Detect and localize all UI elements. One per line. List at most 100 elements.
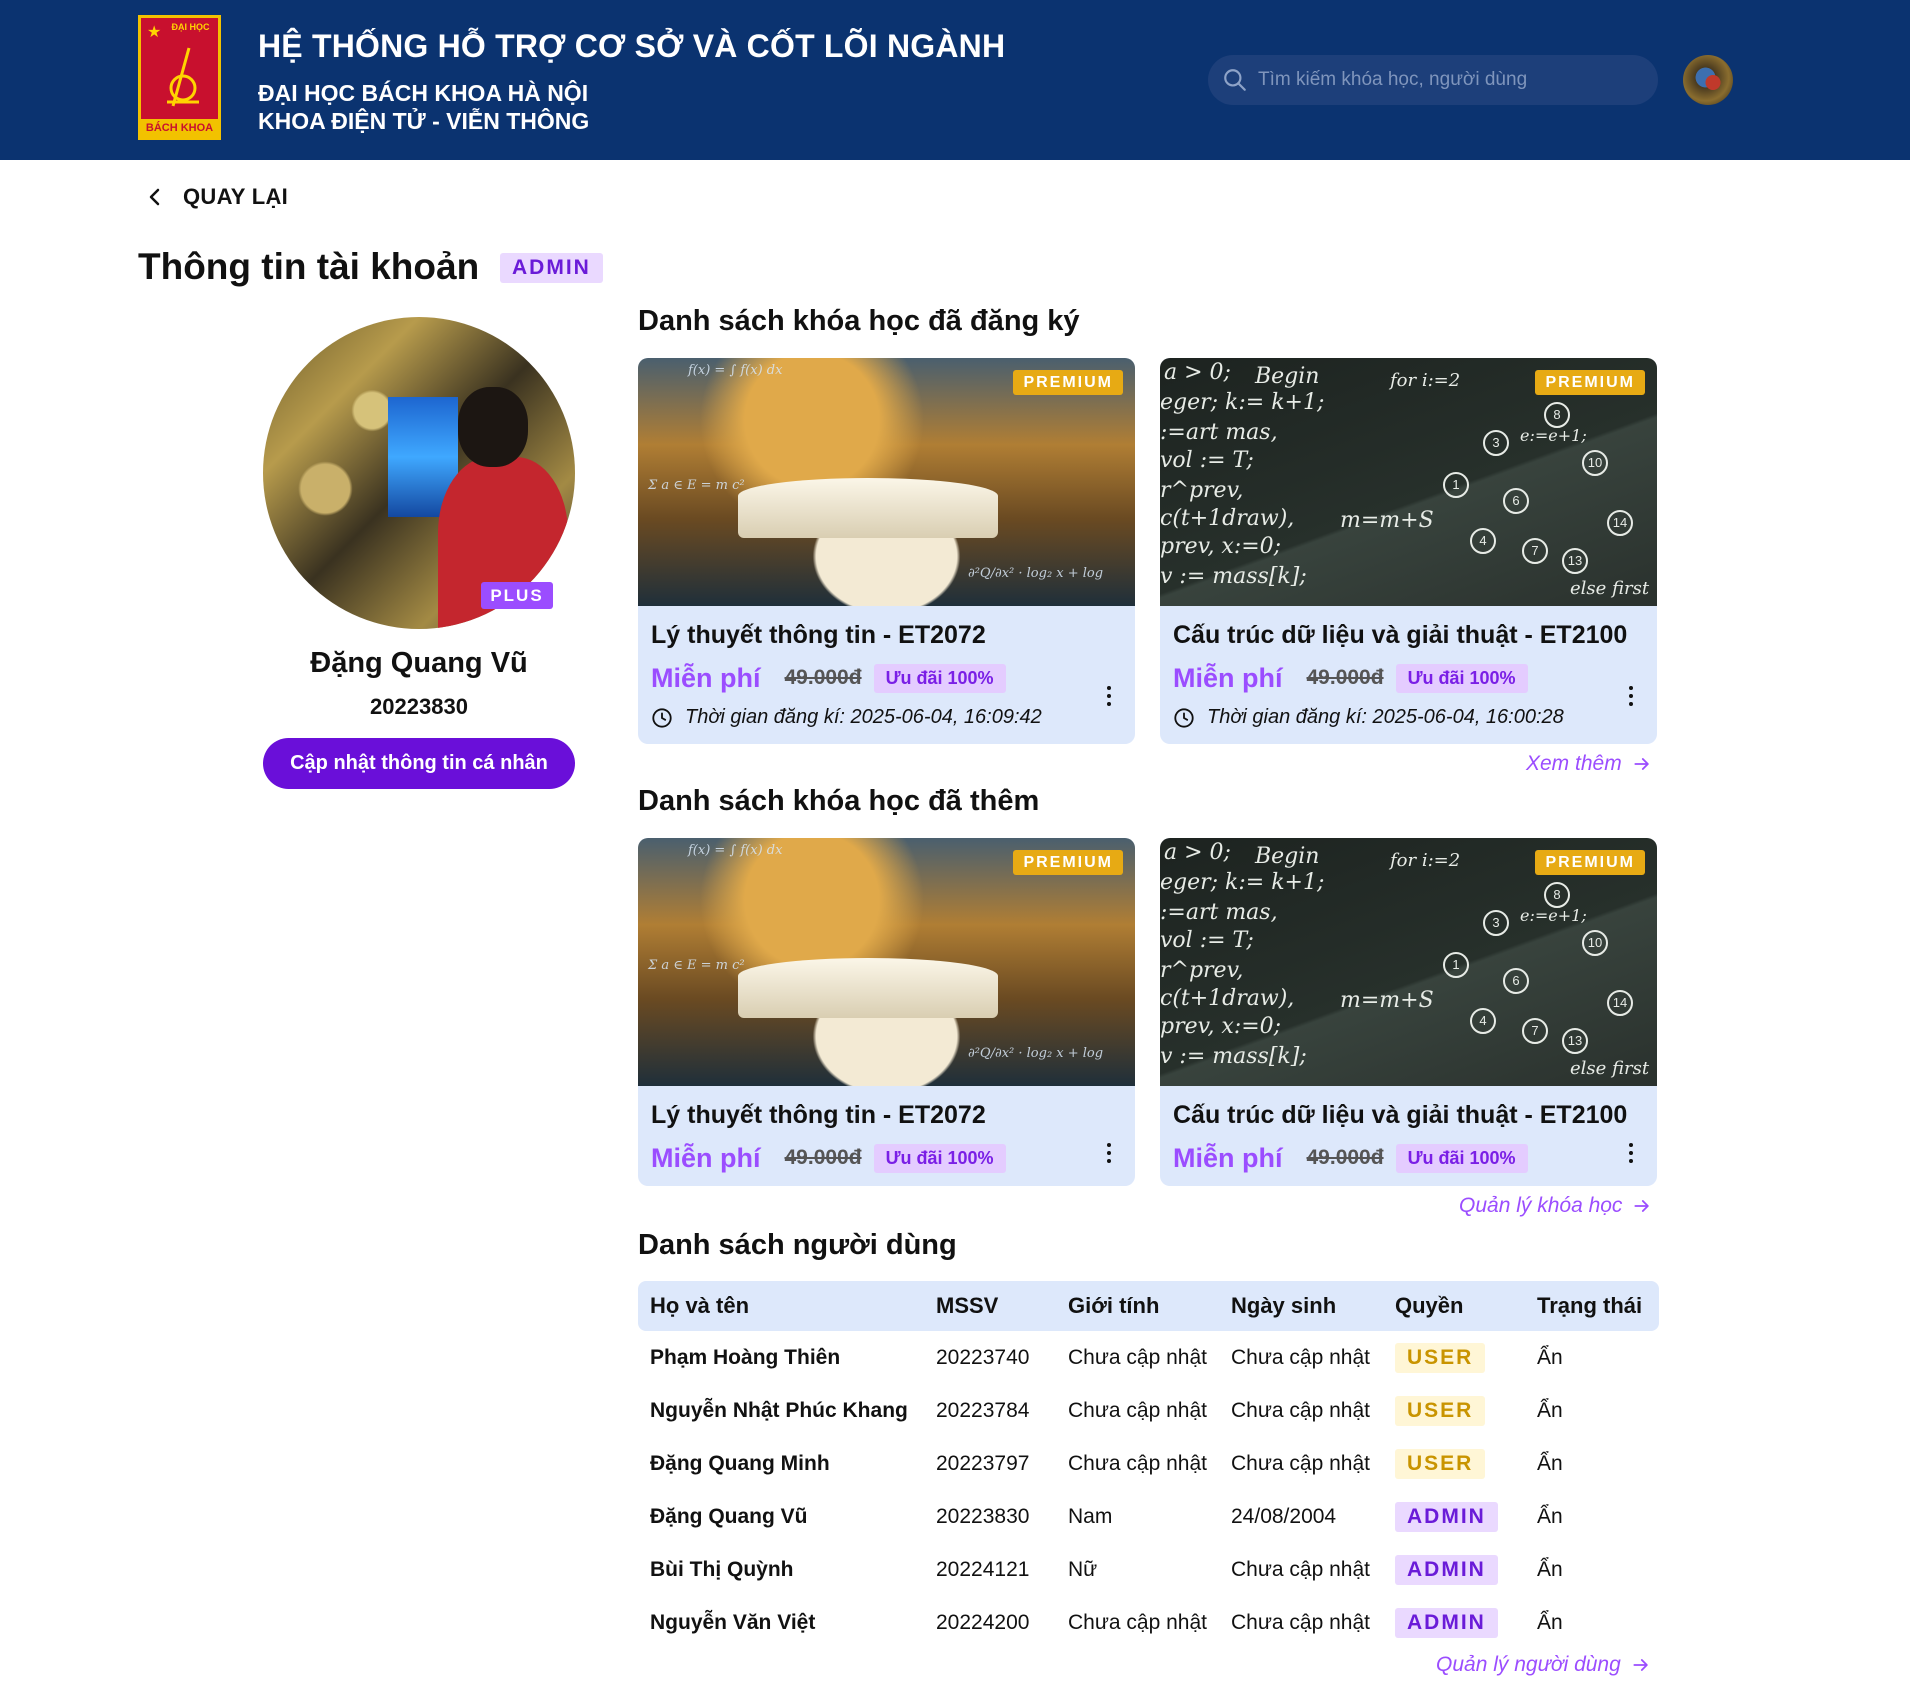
user-birthday: 24/08/2004	[1231, 1504, 1337, 1528]
course-title[interactable]: Lý thuyết thông tin - ET2072	[651, 621, 1122, 650]
back-button[interactable]: QUAY LẠI	[143, 184, 288, 210]
user-status: Ẩn	[1537, 1398, 1563, 1422]
more-vertical-icon[interactable]	[1619, 1139, 1643, 1169]
course-old-price: 49.000đ	[784, 1146, 862, 1169]
more-vertical-icon[interactable]	[1619, 682, 1643, 712]
registration-time: Thời gian đăng kí: 2025-06-04, 16:09:42	[685, 706, 1042, 728]
formula-text: f(x) = ∫ f(x) dx	[688, 843, 783, 858]
tier-badge: PLUS	[481, 582, 553, 609]
user-student-id: 20224200	[936, 1610, 1030, 1634]
users-table: Họ và tên MSSV Giới tính Ngày sinh Quyền…	[638, 1281, 1659, 1649]
university-name: ĐẠI HỌC BÁCH KHOA HÀ NỘI	[258, 80, 589, 106]
more-vertical-icon[interactable]	[1097, 1139, 1121, 1169]
university-logo[interactable]: ★ ĐẠI HỌC BÁCH KHOA	[138, 15, 221, 140]
table-row[interactable]: Phạm Hoàng Thiên 20223740 Chưa cập nhật …	[638, 1331, 1659, 1384]
chalk-text: vol := T;	[1160, 928, 1254, 953]
column-header[interactable]: Trạng thái	[1525, 1281, 1659, 1331]
column-header[interactable]: Quyền	[1383, 1281, 1525, 1331]
user-role-cell: USER	[1383, 1437, 1525, 1490]
chalk-text: Begin	[1255, 364, 1320, 389]
tree-node: 7	[1522, 538, 1548, 564]
user-status: Ẩn	[1537, 1610, 1563, 1634]
system-title: HỆ THỐNG HỖ TRỢ CƠ SỞ VÀ CỐT LÕI NGÀNH	[258, 28, 1006, 64]
manage-users-label: Quản lý người dùng	[1436, 1653, 1621, 1676]
manage-courses-link[interactable]: Quản lý khóa học	[1459, 1194, 1652, 1218]
chalk-text: e:=e+1;	[1520, 426, 1587, 445]
course-card[interactable]: a > 0; Begin eger; k:= k+1; :=art mas, v…	[1160, 358, 1657, 744]
user-avatar[interactable]	[1683, 55, 1733, 105]
discount-badge: Ưu đãi 100%	[873, 1143, 1006, 1173]
role-badge: ADMIN	[1395, 1607, 1498, 1638]
user-status: Ẩn	[1537, 1451, 1563, 1475]
chalk-text: m=m+S	[1340, 988, 1434, 1013]
course-old-price: 49.000đ	[1306, 666, 1384, 689]
star-icon: ★	[147, 24, 162, 41]
formula-text: Σ a ∈ E = m c²	[648, 958, 745, 973]
course-card[interactable]: f(x) = ∫ f(x) dx ∂²Q/∂x² · log₂ x + log …	[638, 358, 1135, 744]
clock-icon	[652, 707, 672, 728]
course-price: Miễn phí	[1173, 662, 1283, 693]
chalk-text: v := mass[k];	[1160, 564, 1307, 589]
role-badge: ADMIN	[1395, 1501, 1498, 1532]
tree-node: 7	[1522, 1018, 1548, 1044]
user-student-id: 20223797	[936, 1451, 1030, 1475]
manage-users-link[interactable]: Quản lý người dùng	[1436, 1653, 1651, 1677]
premium-badge: PREMIUM	[1013, 370, 1123, 395]
see-more-link[interactable]: Xem thêm	[1526, 752, 1652, 776]
book-pages	[738, 478, 998, 538]
user-gender: Chưa cập nhật	[1068, 1345, 1207, 1369]
user-birthday: Chưa cập nhật	[1231, 1610, 1370, 1634]
tree-node: 8	[1544, 882, 1570, 908]
more-vertical-icon[interactable]	[1097, 682, 1121, 712]
column-header[interactable]: Họ và tên	[638, 1281, 924, 1331]
chalk-text: a > 0;	[1164, 360, 1231, 385]
clock-icon	[1174, 707, 1194, 728]
chalk-text: :=art mas,	[1160, 420, 1278, 445]
course-title[interactable]: Lý thuyết thông tin - ET2072	[651, 1101, 1122, 1130]
chalk-text: m=m+S	[1340, 508, 1434, 533]
tree-node: 14	[1607, 510, 1633, 536]
search-icon	[1224, 69, 1246, 91]
arrow-right-icon	[1634, 1200, 1650, 1212]
chalk-text: r^prev,	[1160, 478, 1244, 503]
formula-text: ∂²Q/∂x² · log₂ x + log	[968, 566, 1104, 581]
user-gender: Nữ	[1068, 1557, 1098, 1581]
chalk-text: e:=e+1;	[1520, 906, 1587, 925]
course-card[interactable]: a > 0; Begin eger; k:= k+1; :=art mas, v…	[1160, 838, 1657, 1186]
table-row[interactable]: Nguyễn Văn Việt 20224200 Chưa cập nhật C…	[638, 1596, 1659, 1649]
column-header[interactable]: Giới tính	[1056, 1281, 1219, 1331]
user-birthday: Chưa cập nhật	[1231, 1345, 1370, 1369]
tree-node: 3	[1483, 910, 1509, 936]
course-title[interactable]: Cấu trúc dữ liệu và giải thuật - ET2100	[1173, 621, 1644, 650]
chalk-text: c(t+1draw),	[1160, 986, 1295, 1011]
registered-courses-title: Danh sách khóa học đã đăng ký	[638, 305, 1080, 337]
search-input[interactable]	[1258, 55, 1648, 105]
course-thumbnail: f(x) = ∫ f(x) dx ∂²Q/∂x² · log₂ x + log …	[638, 358, 1135, 606]
tree-node: 10	[1582, 930, 1608, 956]
photo-head	[458, 387, 528, 467]
user-name: Bùi Thị Quỳnh	[650, 1557, 794, 1581]
user-status: Ẩn	[1537, 1345, 1563, 1369]
chalk-text: prev, x:=0;	[1160, 1014, 1282, 1039]
column-header[interactable]: Ngày sinh	[1219, 1281, 1383, 1331]
premium-badge: PREMIUM	[1535, 370, 1645, 395]
tree-node: 6	[1503, 968, 1529, 994]
user-status: Ẩn	[1537, 1557, 1563, 1581]
table-row[interactable]: Đặng Quang Minh 20223797 Chưa cập nhật C…	[638, 1437, 1659, 1490]
table-row[interactable]: Bùi Thị Quỳnh 20224121 Nữ Chưa cập nhật …	[638, 1543, 1659, 1596]
role-badge: USER	[1395, 1448, 1486, 1479]
course-card[interactable]: f(x) = ∫ f(x) dx ∂²Q/∂x² · log₂ x + log …	[638, 838, 1135, 1186]
chalk-text: for i:=2	[1390, 850, 1461, 871]
chevron-left-icon	[149, 188, 160, 206]
tree-node: 1	[1443, 952, 1469, 978]
column-header[interactable]: MSSV	[924, 1281, 1056, 1331]
table-row[interactable]: Đặng Quang Vũ 20223830 Nam 24/08/2004 AD…	[638, 1490, 1659, 1543]
premium-badge: PREMIUM	[1013, 850, 1123, 875]
tree-node: 8	[1544, 402, 1570, 428]
update-profile-button[interactable]: Cập nhật thông tin cá nhân	[263, 738, 575, 789]
user-role-cell: USER	[1383, 1331, 1525, 1384]
course-title[interactable]: Cấu trúc dữ liệu và giải thuật - ET2100	[1173, 1101, 1644, 1130]
table-row[interactable]: Nguyễn Nhật Phúc Khang 20223784 Chưa cập…	[638, 1384, 1659, 1437]
user-gender: Nam	[1068, 1504, 1113, 1528]
discount-badge: Ưu đãi 100%	[1395, 1143, 1528, 1173]
